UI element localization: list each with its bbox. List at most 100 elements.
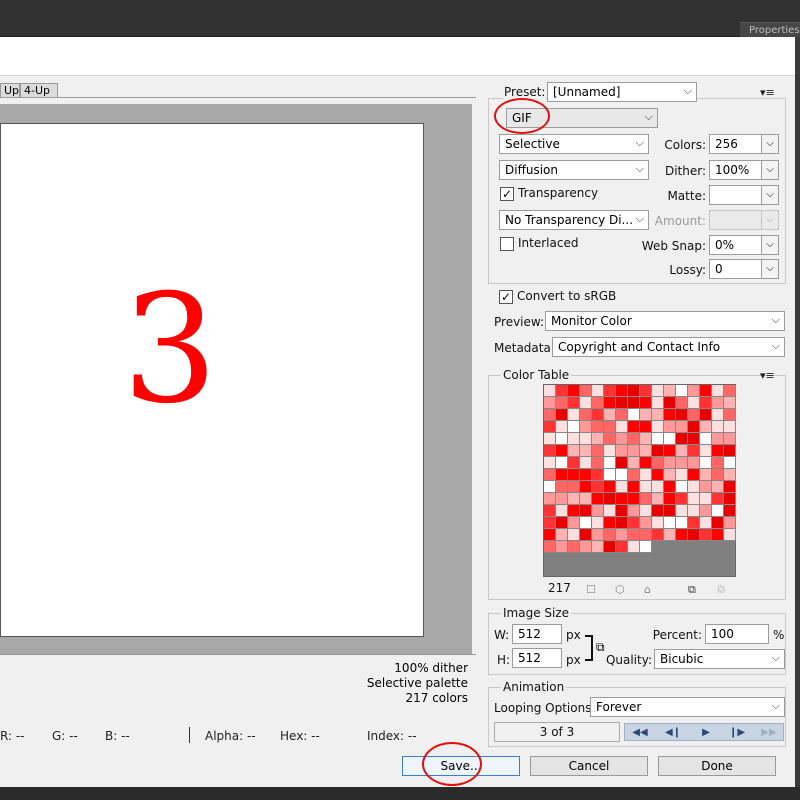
new-color-icon[interactable]: ⧉ — [688, 583, 696, 597]
color-swatch[interactable] — [628, 469, 640, 481]
color-swatch[interactable] — [712, 469, 724, 481]
color-swatch[interactable] — [640, 493, 652, 505]
color-swatch[interactable] — [664, 397, 676, 409]
color-swatch[interactable] — [544, 505, 556, 517]
color-swatch[interactable] — [592, 409, 604, 421]
color-swatch[interactable] — [664, 445, 676, 457]
tab-2-up[interactable]: Up — [0, 83, 20, 98]
play-icon[interactable]: ▶ — [693, 725, 719, 741]
color-swatch[interactable] — [592, 529, 604, 541]
color-swatch[interactable] — [652, 493, 664, 505]
color-swatch[interactable] — [544, 397, 556, 409]
color-swatch[interactable] — [664, 529, 676, 541]
color-swatch[interactable] — [628, 493, 640, 505]
color-swatch[interactable] — [652, 433, 664, 445]
color-swatch[interactable] — [700, 505, 712, 517]
chevron-down-icon[interactable]: ⌵ — [761, 135, 778, 153]
color-swatch[interactable] — [556, 469, 568, 481]
color-swatch[interactable] — [592, 493, 604, 505]
color-swatch[interactable] — [592, 385, 604, 397]
chevron-down-icon[interactable]: ⌵ — [761, 260, 778, 278]
color-swatch[interactable] — [580, 493, 592, 505]
color-swatch[interactable] — [604, 481, 616, 493]
color-swatch[interactable] — [676, 397, 688, 409]
color-swatch[interactable] — [628, 541, 640, 553]
preset-menu-icon[interactable]: ▾≡ — [760, 86, 775, 99]
color-swatch[interactable] — [640, 469, 652, 481]
chevron-down-icon[interactable]: ⌵ — [761, 236, 778, 254]
color-swatch[interactable] — [556, 445, 568, 457]
web-shift-icon[interactable]: ⬡ — [615, 583, 625, 596]
color-swatch[interactable] — [628, 421, 640, 433]
color-swatch[interactable] — [664, 409, 676, 421]
color-swatch[interactable] — [616, 541, 628, 553]
color-swatch[interactable] — [688, 385, 700, 397]
color-swatch[interactable] — [616, 421, 628, 433]
color-swatch[interactable] — [700, 385, 712, 397]
color-swatch[interactable] — [628, 385, 640, 397]
color-swatch[interactable] — [688, 397, 700, 409]
color-swatch[interactable] — [640, 409, 652, 421]
color-swatch[interactable] — [628, 433, 640, 445]
color-swatch[interactable] — [604, 385, 616, 397]
color-swatch[interactable] — [556, 493, 568, 505]
color-swatch[interactable] — [604, 469, 616, 481]
color-swatch[interactable] — [592, 469, 604, 481]
color-swatch[interactable] — [676, 385, 688, 397]
color-swatch[interactable] — [676, 409, 688, 421]
color-swatch[interactable] — [712, 481, 724, 493]
color-swatch[interactable] — [580, 517, 592, 529]
color-swatch[interactable] — [592, 541, 604, 553]
color-swatch[interactable] — [688, 529, 700, 541]
width-input[interactable]: 512 — [512, 624, 562, 644]
color-swatch[interactable] — [652, 421, 664, 433]
color-swatch[interactable] — [568, 481, 580, 493]
color-swatch[interactable] — [652, 385, 664, 397]
color-swatch[interactable] — [724, 385, 736, 397]
color-swatch[interactable] — [688, 433, 700, 445]
color-swatch[interactable] — [700, 421, 712, 433]
color-swatch[interactable] — [724, 517, 736, 529]
color-swatch[interactable] — [676, 445, 688, 457]
color-swatch[interactable] — [664, 469, 676, 481]
color-swatch[interactable] — [556, 385, 568, 397]
dither-combo[interactable]: 100% ⌵ — [709, 160, 779, 180]
color-swatch[interactable] — [640, 505, 652, 517]
color-swatch[interactable] — [712, 517, 724, 529]
color-swatch[interactable] — [652, 529, 664, 541]
color-swatch[interactable] — [592, 421, 604, 433]
color-swatch[interactable] — [700, 433, 712, 445]
color-swatch[interactable] — [544, 493, 556, 505]
color-swatch[interactable] — [544, 385, 556, 397]
color-swatch[interactable] — [628, 397, 640, 409]
color-swatch[interactable] — [700, 409, 712, 421]
color-swatch[interactable] — [640, 385, 652, 397]
color-swatch[interactable] — [556, 421, 568, 433]
color-swatch[interactable] — [616, 385, 628, 397]
color-swatch[interactable] — [568, 397, 580, 409]
color-swatch[interactable] — [568, 469, 580, 481]
color-swatch[interactable] — [676, 529, 688, 541]
color-swatch[interactable] — [640, 397, 652, 409]
color-swatch[interactable] — [652, 517, 664, 529]
convert-srgb-checkbox[interactable]: ✓ — [499, 290, 513, 304]
color-swatch[interactable] — [556, 517, 568, 529]
color-swatch[interactable] — [568, 541, 580, 553]
color-swatch[interactable] — [676, 517, 688, 529]
color-swatch[interactable] — [616, 505, 628, 517]
color-swatch[interactable] — [712, 505, 724, 517]
color-swatch[interactable] — [724, 529, 736, 541]
color-swatch[interactable] — [688, 493, 700, 505]
color-swatch[interactable] — [652, 457, 664, 469]
preview-dropdown[interactable]: Monitor Color ⌵ — [545, 311, 785, 331]
color-swatch[interactable] — [544, 517, 556, 529]
looping-dropdown[interactable]: Forever ⌵ — [590, 697, 785, 717]
color-swatch[interactable] — [616, 493, 628, 505]
dither-algorithm-dropdown[interactable]: Diffusion ⌵ — [499, 160, 649, 180]
transparency-dither-dropdown[interactable]: No Transparency Di... ⌵ — [499, 210, 649, 230]
properties-panel-tab[interactable]: Properties — [740, 22, 800, 38]
color-swatch[interactable] — [712, 445, 724, 457]
color-swatch[interactable] — [676, 493, 688, 505]
color-swatch[interactable] — [556, 409, 568, 421]
interlaced-checkbox[interactable] — [500, 237, 514, 251]
